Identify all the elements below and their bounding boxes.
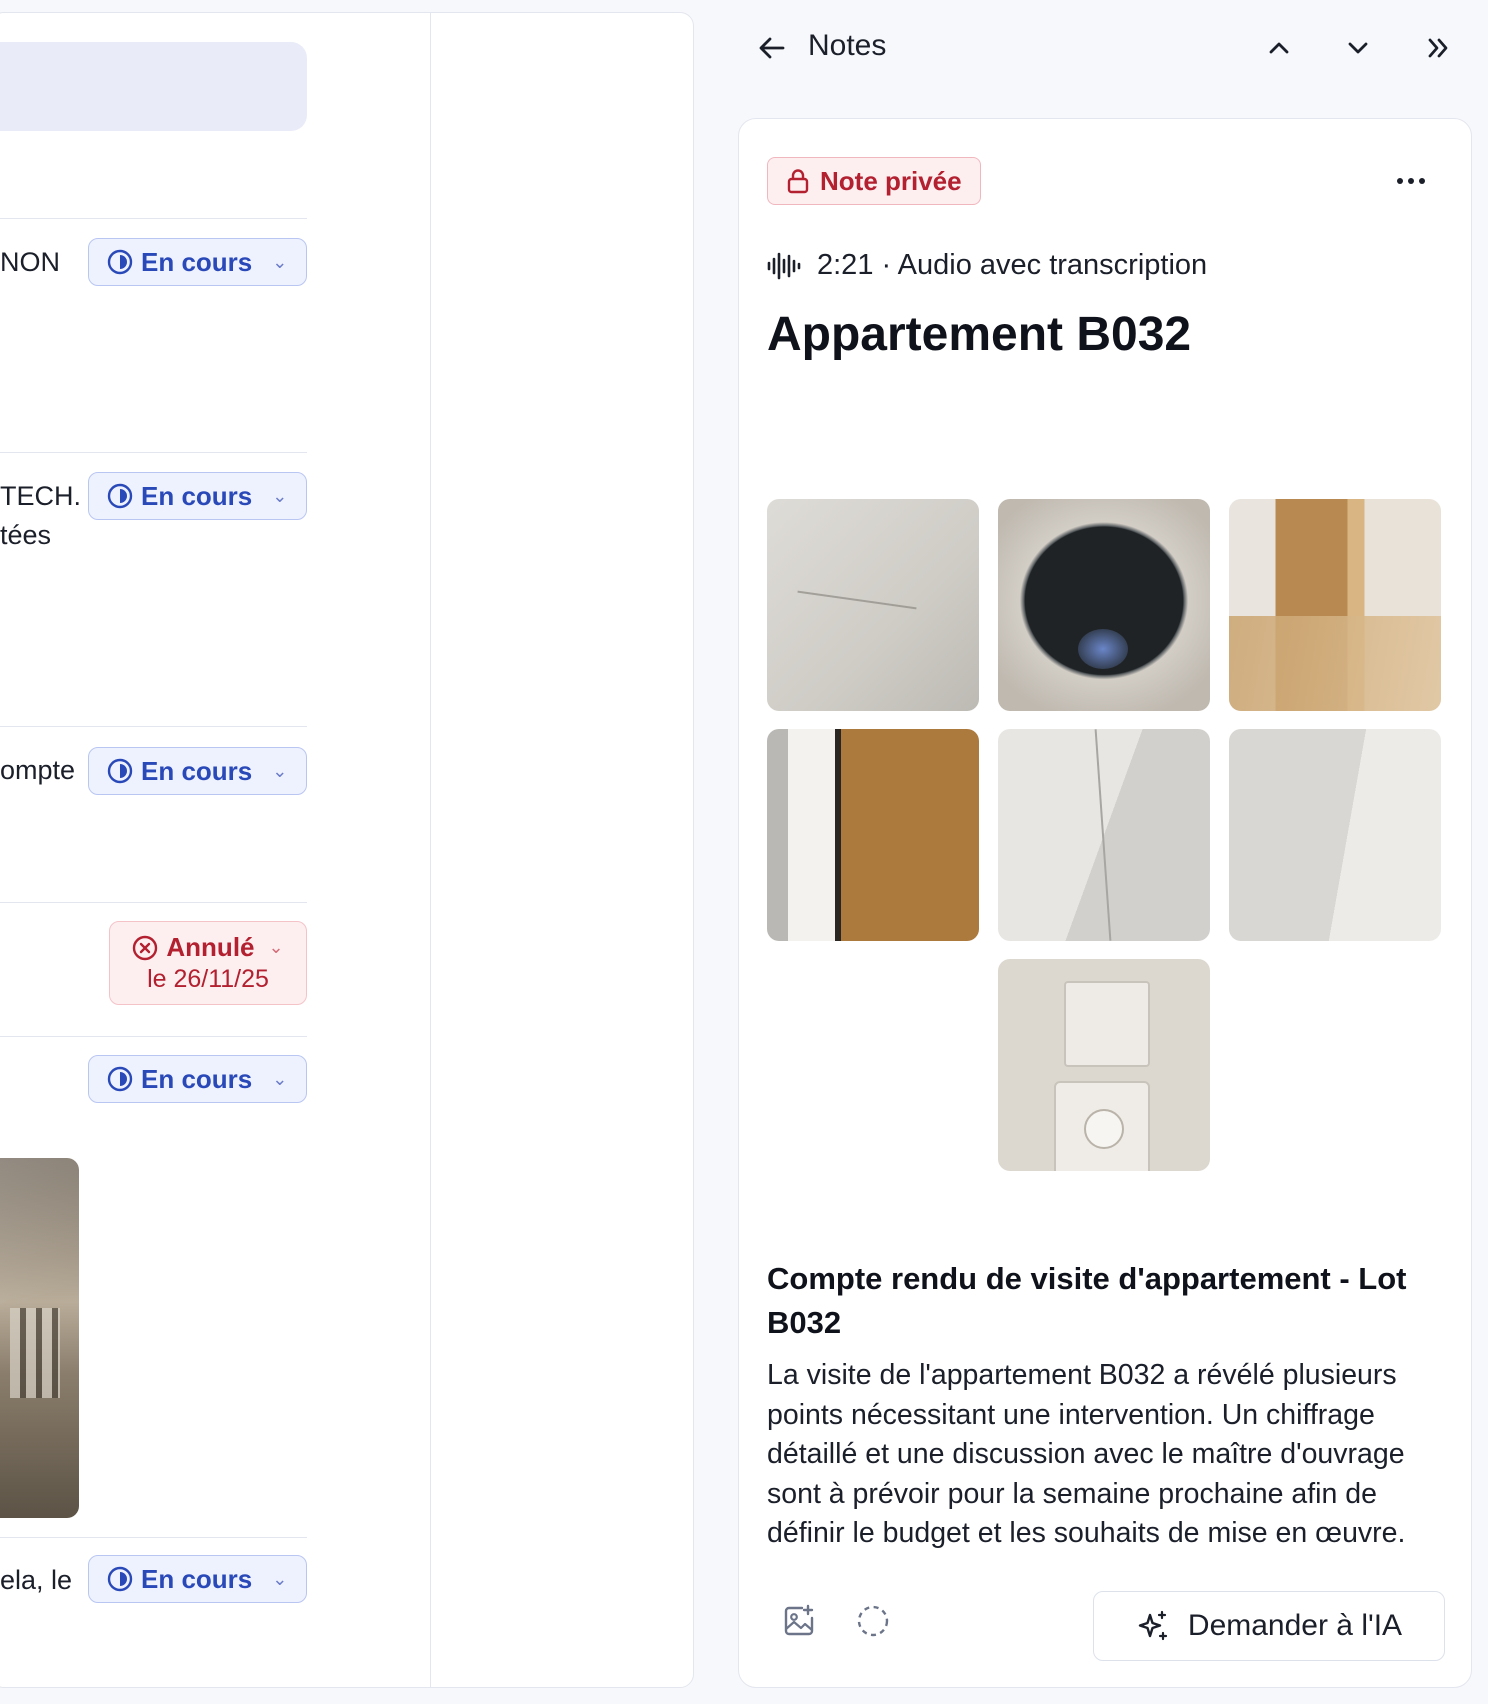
dashed-circle-icon xyxy=(857,1605,889,1637)
site-photo-thumbnail[interactable] xyxy=(0,1158,79,1518)
audio-waveform-icon xyxy=(767,252,801,279)
chevron-down-icon: ⌄ xyxy=(272,1568,288,1589)
arrow-left-icon xyxy=(759,37,785,59)
notes-header: Notes xyxy=(740,20,1480,76)
audio-label: Audio avec transcription xyxy=(897,249,1208,281)
add-image-button[interactable] xyxy=(777,1599,821,1643)
collapse-panel-button[interactable] xyxy=(1416,26,1460,70)
audio-info[interactable]: 2:21 · Audio avec transcription xyxy=(767,249,1207,282)
photo-door-frame-floor[interactable] xyxy=(1229,499,1441,711)
status-dropdown[interactable]: En cours ⌄ xyxy=(88,472,307,520)
chevron-down-icon: ⌄ xyxy=(272,1068,288,1089)
status-dropdown[interactable]: En cours ⌄ xyxy=(88,1555,307,1603)
status-dropdown[interactable]: En cours ⌄ xyxy=(88,1055,307,1103)
row-separator xyxy=(0,452,307,453)
column-divider xyxy=(430,12,431,1688)
loading-status xyxy=(851,1599,895,1643)
double-chevron-right-icon xyxy=(1428,38,1448,58)
in-progress-icon xyxy=(107,1566,133,1592)
row-separator xyxy=(0,726,307,727)
status-dropdown-cancelled[interactable]: Annulé ⌄ le 26/11/25 xyxy=(109,921,307,1005)
lock-icon xyxy=(787,169,809,194)
photo-wall-corner-crack[interactable] xyxy=(998,729,1210,941)
badge-label: Note privée xyxy=(820,165,962,196)
status-label: En cours xyxy=(141,480,253,511)
note-title: Appartement B032 xyxy=(767,308,1192,361)
photo-door-edge[interactable] xyxy=(767,729,979,941)
row-separator xyxy=(0,218,307,219)
status-label: En cours xyxy=(141,246,253,277)
chevron-down-icon: ⌄ xyxy=(268,937,284,957)
list-header-block[interactable] xyxy=(0,42,307,131)
list-item-text: ela, le xyxy=(0,1565,73,1595)
chevron-down-icon: ⌄ xyxy=(272,485,288,506)
note-card: Note privée 2:21 · Audio avec transcript… xyxy=(738,118,1472,1688)
panel-title: Notes xyxy=(808,29,887,62)
shutter-switch xyxy=(1064,981,1150,1067)
back-button[interactable] xyxy=(750,26,794,70)
in-progress-icon xyxy=(107,483,133,509)
next-note-button[interactable] xyxy=(1336,26,1380,70)
previous-note-button[interactable] xyxy=(1257,26,1301,70)
photo-ceiling-hole[interactable] xyxy=(998,499,1210,711)
audio-separator: · xyxy=(881,249,892,281)
more-horizontal-icon xyxy=(1397,178,1425,184)
in-progress-icon xyxy=(107,758,133,784)
status-label: En cours xyxy=(141,1063,253,1094)
row-separator xyxy=(0,902,307,903)
chevron-down-icon: ⌄ xyxy=(272,251,288,272)
list-item-text: TECH. xyxy=(0,481,81,511)
summary-title: Compte rendu de visite d'appartement - L… xyxy=(767,1261,1407,1340)
audio-duration: 2:21 xyxy=(817,249,874,281)
list-item-text: ompte xyxy=(0,755,76,785)
photo-wall-scratch[interactable] xyxy=(767,499,979,711)
sparkles-icon xyxy=(1138,1610,1168,1641)
photo-wall-crack[interactable] xyxy=(1229,729,1441,941)
image-plus-icon xyxy=(784,1604,814,1636)
row-separator xyxy=(0,1036,307,1037)
chevron-down-icon: ⌄ xyxy=(272,760,288,781)
photo-wall-switches[interactable] xyxy=(998,959,1210,1171)
more-options-button[interactable] xyxy=(1389,159,1433,203)
summary-body: La visite de l'appartement B032 a révélé… xyxy=(767,1359,1406,1549)
ask-ai-label: Demander à l'IA xyxy=(1187,1609,1403,1642)
status-label: Annulé xyxy=(166,932,255,962)
in-progress-icon xyxy=(107,249,133,275)
private-note-badge: Note privée xyxy=(767,157,981,205)
in-progress-icon xyxy=(107,1066,133,1092)
status-label: En cours xyxy=(141,755,253,786)
cancelled-icon xyxy=(133,935,158,960)
row-separator xyxy=(0,1537,307,1538)
status-dropdown[interactable]: En cours ⌄ xyxy=(88,238,307,286)
ask-ai-button[interactable]: Demander à l'IA xyxy=(1093,1591,1445,1661)
status-date: le 26/11/25 xyxy=(147,965,269,993)
status-dropdown[interactable]: En cours ⌄ xyxy=(88,747,307,795)
switch-knob xyxy=(1084,1109,1124,1149)
chevron-up-icon xyxy=(1269,42,1289,54)
list-item-text: tées xyxy=(0,520,52,550)
status-label: En cours xyxy=(141,1563,253,1594)
list-item-text: NON xyxy=(0,247,60,277)
chevron-down-icon xyxy=(1348,42,1368,54)
